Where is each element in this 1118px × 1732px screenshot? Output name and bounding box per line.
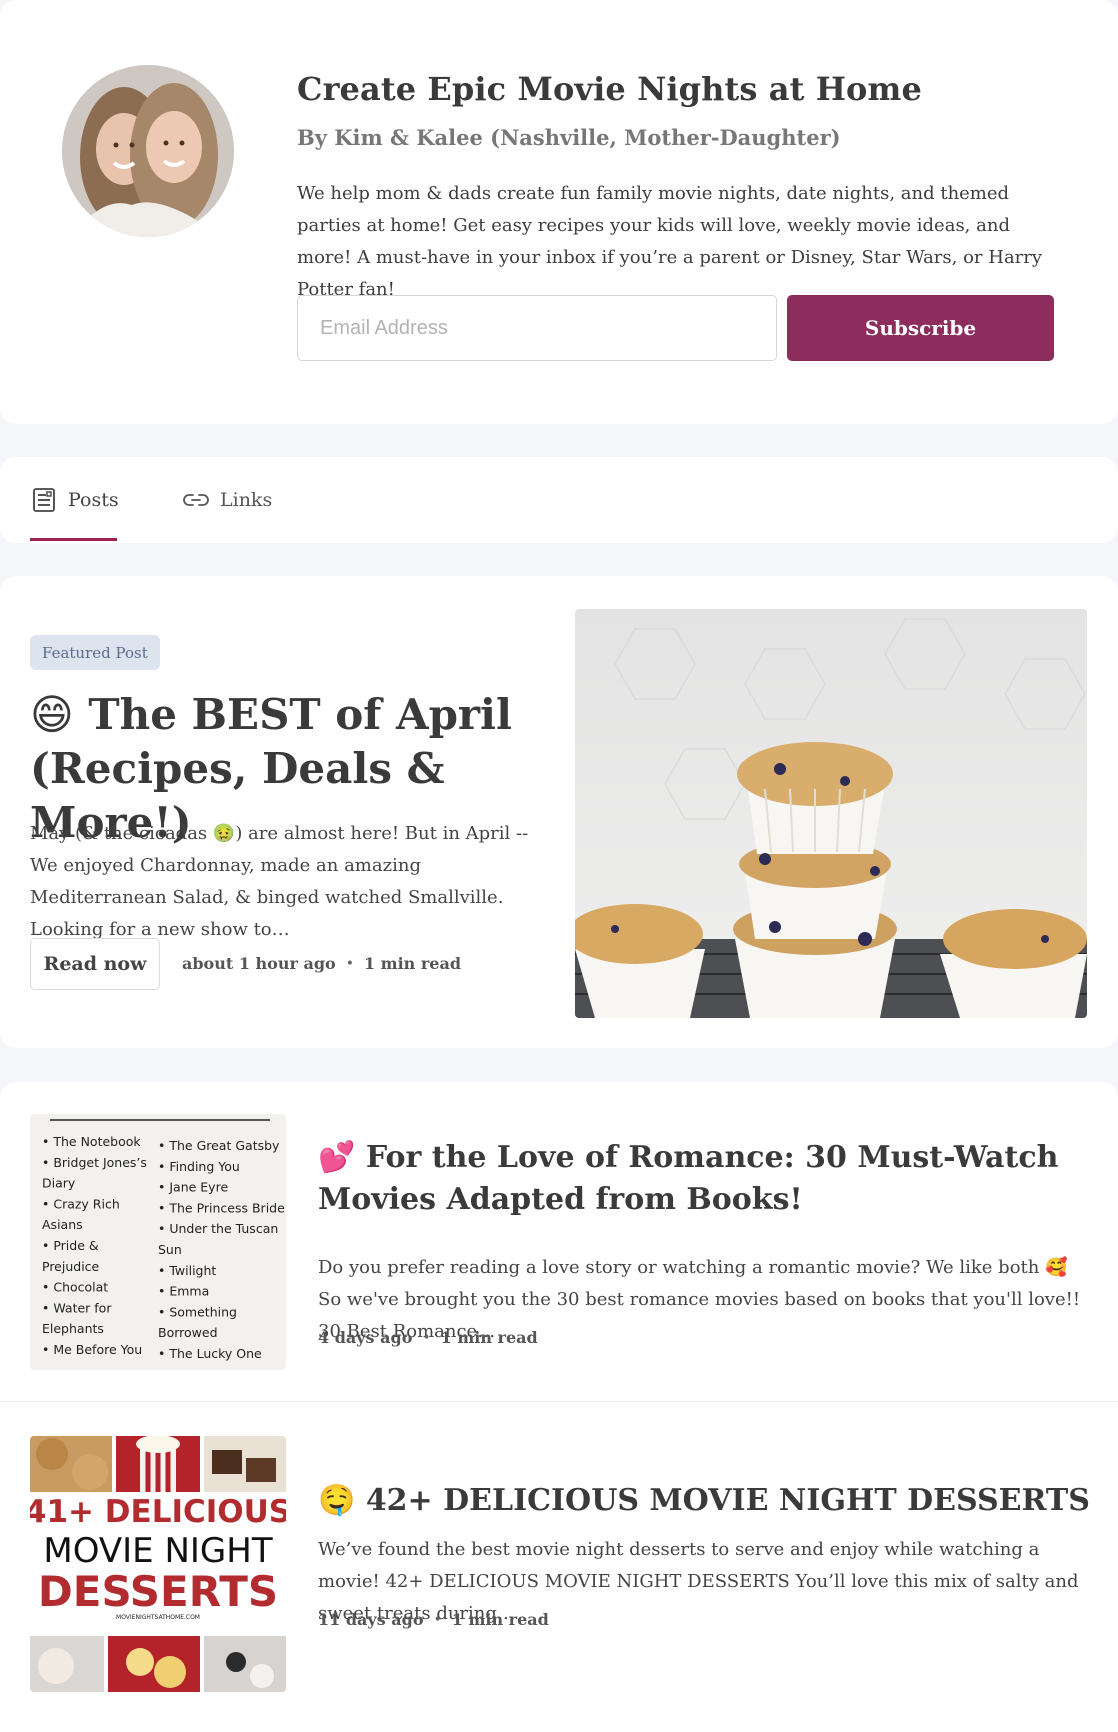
post-title[interactable]: 🤤 42+ DELICIOUS MOVIE NIGHT DESSERTS <box>318 1480 1098 1522</box>
thumb-line-3: DESSERTS <box>38 1567 278 1616</box>
publication-title: Create Epic Movie Nights at Home <box>297 70 922 108</box>
excerpt-text-start: Do you prefer reading a love story or wa… <box>318 1257 1046 1278</box>
thumb-list-entry: Diary <box>42 1176 76 1191</box>
publication-description: We help mom & dads create fun family mov… <box>297 183 1043 300</box>
thumb-list-entry: • Under the Tuscan <box>158 1221 278 1236</box>
tab-links-label: Links <box>220 489 273 511</box>
thumb-list-entry: Asians <box>42 1217 83 1232</box>
post-timestamp: 4 days ago <box>318 1328 413 1347</box>
publication-header: Create Epic Movie Nights at Home By Kim … <box>0 0 1118 424</box>
link-icon <box>183 494 209 506</box>
tab-links[interactable]: Links <box>182 457 272 543</box>
post-title-text: 42+ DELICIOUS MOVIE NIGHT DESSERTS <box>365 1483 1090 1518</box>
thumb-line-2: MOVIE NIGHT <box>43 1531 272 1571</box>
list-item[interactable]: 41+ DELICIOUS MOVIE NIGHT DESSERTS MOVIE… <box>0 1402 1118 1732</box>
grinning-face-icon: 😄 <box>30 690 74 739</box>
featured-post[interactable]: Featured Post 😄 The BEST of April (Recip… <box>0 576 1118 1048</box>
two-hearts-icon: 💕 <box>318 1140 356 1175</box>
thumb-list-entry: • Chocolat <box>42 1280 108 1295</box>
featured-post-meta: about 1 hour ago • 1 min read <box>182 954 461 973</box>
drooling-face-icon: 🤤 <box>318 1483 356 1518</box>
thumb-list-entry: Prejudice <box>42 1259 100 1274</box>
thumb-list-entry: Borrowed <box>158 1325 218 1340</box>
read-time: 1 min read <box>451 1610 549 1629</box>
publication-avatar <box>62 65 234 237</box>
avatar-photo <box>62 65 234 237</box>
read-time: 1 min read <box>440 1328 538 1347</box>
muffins-photo <box>575 609 1087 1018</box>
featured-post-excerpt: May (& the cicadas 🤢) are almost here! B… <box>30 818 550 946</box>
thumb-list-entry: • Pride & <box>42 1238 99 1253</box>
content-tabs: Posts Links <box>0 457 1118 543</box>
thumb-list-entry: • Me Before You <box>42 1342 142 1357</box>
document-icon <box>33 488 55 512</box>
list-item[interactable]: • The Notebook • Bridget Jones’s Diary • C… <box>0 1082 1118 1402</box>
featured-badge: Featured Post <box>30 635 160 670</box>
thumb-list-entry: • Water for <box>42 1300 112 1315</box>
thumb-list-entry: • Something <box>158 1304 237 1319</box>
thumb-list-entry: • Twilight <box>158 1263 216 1278</box>
thumb-list-entry: • Bridget Jones’s <box>42 1155 147 1170</box>
thumb-list-entry: • Emma <box>158 1284 209 1299</box>
excerpt-text-start: May (& the cicadas <box>30 823 213 844</box>
tab-posts[interactable]: Posts <box>30 457 119 543</box>
smiling-face-with-hearts-icon: 🥰 <box>1045 1257 1068 1278</box>
meta-separator: • <box>345 955 354 972</box>
post-timestamp: about 1 hour ago <box>182 954 336 973</box>
meta-separator: • <box>422 1329 431 1346</box>
post-meta: 4 days ago • 1 min read <box>318 1328 538 1347</box>
thumb-list-entry: • Finding You <box>158 1159 240 1174</box>
thumb-list-entry: • Jane Eyre <box>158 1180 228 1195</box>
active-tab-indicator <box>30 538 117 541</box>
subscribe-button[interactable]: Subscribe <box>787 295 1054 361</box>
meta-separator: • <box>433 1611 442 1628</box>
post-title-text: For the Love of Romance: 30 Must-Watch M… <box>318 1140 1059 1217</box>
post-meta: 11 days ago • 1 min read <box>318 1610 549 1629</box>
featured-post-image[interactable] <box>575 609 1087 1018</box>
thumb-list-entry: • The Great Gatsby <box>158 1138 280 1153</box>
read-now-button[interactable]: Read now <box>30 938 160 990</box>
post-title[interactable]: 💕 For the Love of Romance: 30 Must-Watch… <box>318 1137 1098 1221</box>
publication-byline: By Kim & Kalee (Nashville, Mother-Daught… <box>297 125 841 150</box>
read-time: 1 min read <box>363 954 462 973</box>
thumb-list-entry: • Crazy Rich <box>42 1196 120 1211</box>
post-thumbnail[interactable]: 41+ DELICIOUS MOVIE NIGHT DESSERTS MOVIE… <box>30 1436 286 1692</box>
thumb-line-1: 41+ DELICIOUS <box>30 1494 286 1530</box>
post-timestamp: 11 days ago <box>318 1610 424 1629</box>
thumb-list-entry: Elephants <box>42 1321 104 1336</box>
book-movies-list-graphic: • The Notebook • Bridget Jones’s Diary • C… <box>30 1114 286 1370</box>
post-thumbnail[interactable]: • The Notebook • Bridget Jones’s Diary • C… <box>30 1114 286 1370</box>
nauseated-face-icon: 🤢 <box>212 823 236 844</box>
desserts-collage-graphic: 41+ DELICIOUS MOVIE NIGHT DESSERTS MOVIE… <box>30 1436 286 1692</box>
thumb-list-entry: • The Lucky One <box>158 1346 262 1361</box>
thumb-list-entry: • The Princess Bride <box>158 1200 285 1215</box>
email-input[interactable] <box>297 295 777 361</box>
thumb-site: MOVIENIGHTSATHOME.COM <box>116 1614 200 1621</box>
post-list: • The Notebook • Bridget Jones’s Diary • C… <box>0 1082 1118 1732</box>
tab-posts-label: Posts <box>68 489 119 511</box>
thumb-list-entry: Sun <box>158 1242 182 1257</box>
thumb-list-entry: • The Notebook <box>42 1134 141 1149</box>
